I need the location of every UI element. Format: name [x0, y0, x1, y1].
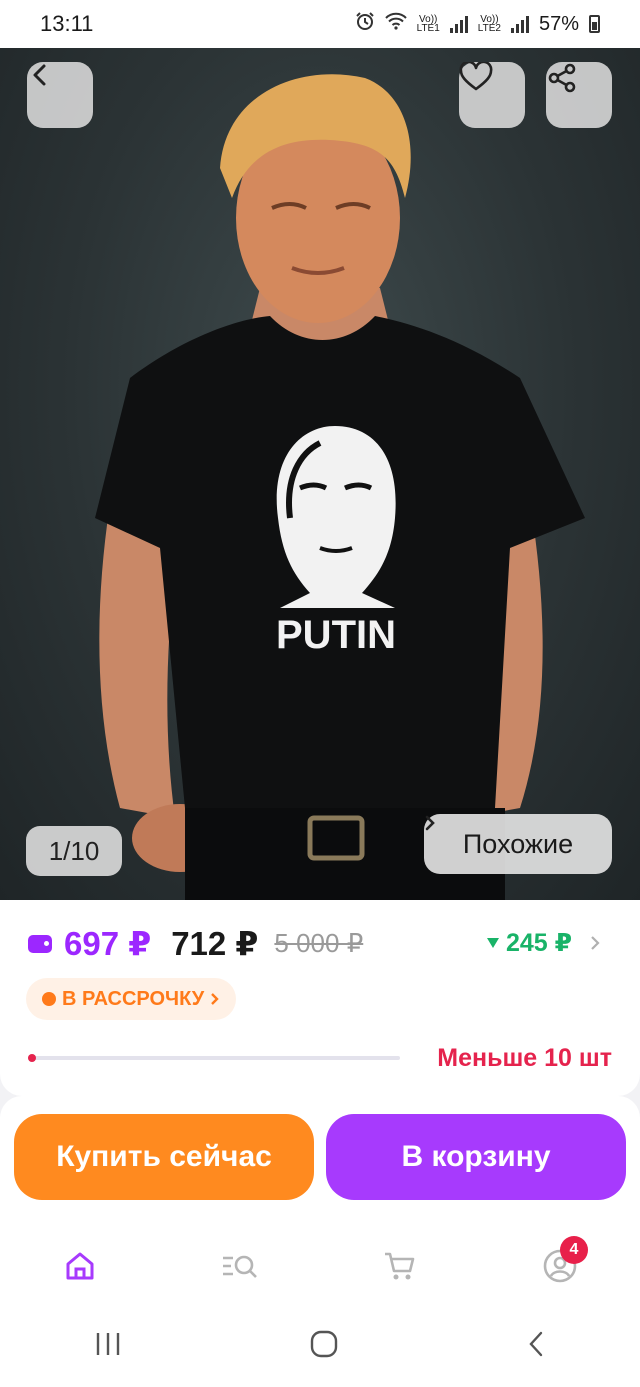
product-image[interactable]: PUTIN 1/10 Похожие	[0, 48, 640, 900]
recent-apps-button[interactable]	[94, 1331, 122, 1362]
price-card: 697 ₽ 712 ₽ 5 000 ₽ 245 ₽ В РАССРОЧКУ Ме…	[0, 900, 640, 1096]
catalog-search-icon	[223, 1255, 257, 1278]
tab-catalog[interactable]	[210, 1236, 270, 1296]
wallet-price: 697 ₽	[64, 925, 152, 962]
tab-profile[interactable]: 4	[530, 1236, 590, 1296]
cashback-link[interactable]: 245 ₽	[486, 928, 600, 958]
down-triangle-icon	[486, 938, 499, 948]
add-to-cart-button[interactable]: В корзину	[326, 1114, 626, 1200]
back-button[interactable]	[27, 62, 93, 128]
system-navigation-bar	[0, 1306, 640, 1387]
alarm-icon	[355, 11, 375, 37]
chevron-right-icon	[591, 936, 600, 950]
old-price: 5 000 ₽	[274, 928, 364, 958]
home-icon	[66, 1252, 94, 1280]
wifi-icon	[384, 12, 407, 36]
back-arrow-icon	[529, 1331, 543, 1357]
image-counter: 1/10	[26, 826, 122, 876]
installment-button[interactable]: В РАССРОЧКУ	[26, 978, 237, 1020]
stock-progress-bar	[28, 1054, 400, 1062]
signal-icon	[510, 15, 529, 33]
similar-button[interactable]: Похожие	[424, 814, 612, 874]
shirt-print-text: PUTIN	[276, 613, 396, 657]
home-system-button[interactable]	[310, 1330, 338, 1363]
tab-cart[interactable]	[370, 1236, 430, 1296]
back-icon	[33, 64, 46, 86]
cart-icon	[385, 1252, 415, 1280]
sim2-label: Vo)) LTE2	[477, 14, 501, 34]
regular-price: 712 ₽	[171, 925, 259, 962]
heart-icon	[459, 62, 493, 91]
sim1-label: Vo)) LTE1	[416, 14, 440, 34]
stock-text: Меньше 10 шт	[437, 1044, 612, 1072]
action-bar: Купить сейчас В корзину	[0, 1096, 640, 1226]
status-icons: Vo)) LTE1 Vo)) LTE2 57%	[355, 11, 600, 37]
buy-now-button[interactable]: Купить сейчас	[14, 1114, 314, 1200]
product-photo-illustration: PUTIN	[95, 74, 585, 900]
chevron-right-icon	[425, 815, 435, 831]
recent-apps-icon	[96, 1333, 120, 1355]
installment-label: В РАССРОЧКУ	[62, 987, 205, 1010]
share-button[interactable]	[546, 62, 612, 128]
cashback-amount: 245 ₽	[505, 929, 572, 957]
status-bar: 13:11 Vo)) LTE1 Vo)) LTE2 57%	[0, 0, 640, 48]
similar-label: Похожие	[462, 828, 574, 859]
wallet-icon	[28, 934, 52, 953]
battery-icon	[589, 15, 600, 33]
back-system-button[interactable]	[526, 1330, 546, 1363]
price-row: 697 ₽ 712 ₽ 5 000 ₽	[28, 924, 363, 963]
favorite-button[interactable]	[459, 62, 525, 128]
tab-home[interactable]	[50, 1236, 110, 1296]
bottom-tab-bar: 4	[0, 1226, 640, 1306]
profile-notification-badge: 4	[560, 1236, 588, 1264]
battery-percent: 57%	[538, 12, 579, 35]
share-icon	[548, 63, 576, 93]
status-time: 13:11	[40, 11, 94, 36]
chevron-right-icon	[211, 993, 219, 1005]
home-circle-icon	[310, 1330, 338, 1358]
signal-icon	[449, 15, 468, 33]
stock-progress-fill	[28, 1054, 36, 1062]
installment-icon	[42, 992, 56, 1006]
